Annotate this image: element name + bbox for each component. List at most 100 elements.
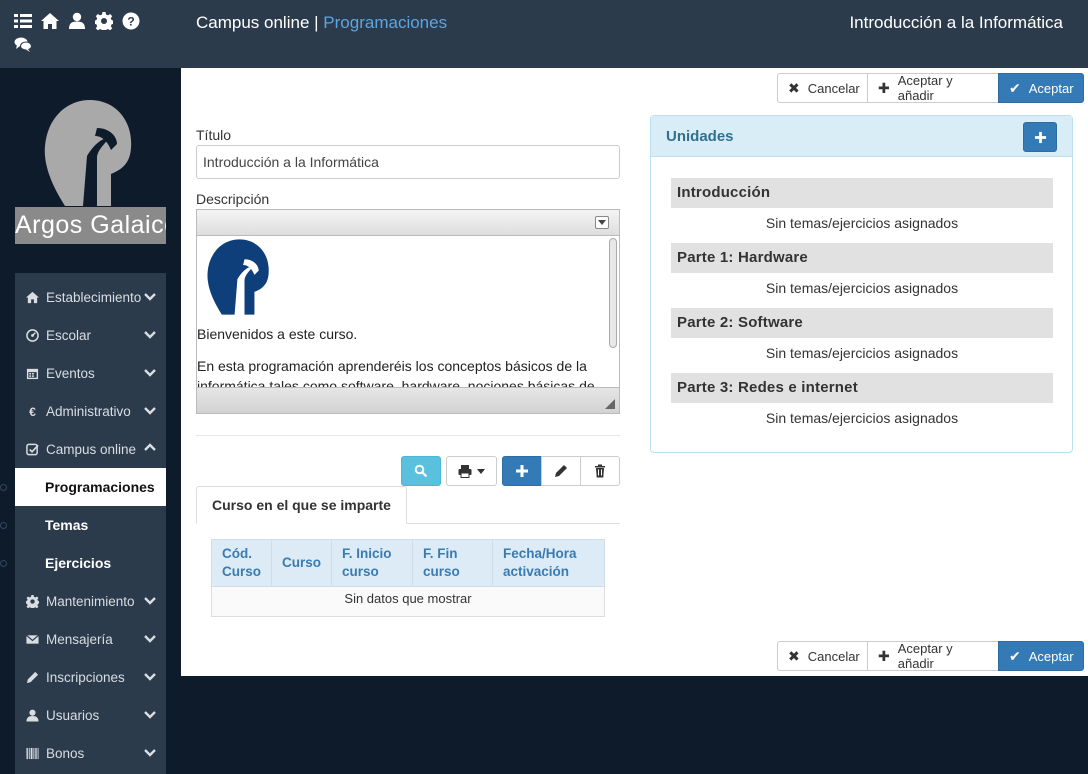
sidebar-item-mensajeria[interactable]: Mensajería	[15, 620, 166, 658]
table-toolbar	[401, 456, 620, 486]
user-icon[interactable]	[68, 12, 88, 32]
accept-and-add-label: Aceptar y añadir	[897, 641, 953, 671]
user-icon	[25, 708, 39, 722]
svg-text:?: ?	[127, 15, 134, 29]
sidebar-item-label: Usuarios	[46, 707, 100, 723]
breadcrumb-programaciones[interactable]: Programaciones	[323, 13, 447, 32]
column-header[interactable]: Curso	[270, 539, 333, 587]
close-icon: ✖	[788, 648, 800, 664]
sidebar-item-campus-online[interactable]: Campus online	[15, 430, 166, 468]
units-title: Unidades	[666, 128, 734, 145]
svg-text:€: €	[29, 405, 36, 418]
sidebar-subitem-temas[interactable]: Temas	[0, 506, 166, 544]
sidebar-item-mantenimiento[interactable]: Mantenimiento	[15, 582, 166, 620]
add-unit-button[interactable]	[1023, 122, 1057, 152]
cancel-button[interactable]: ✖ Cancelar	[777, 73, 868, 103]
sidebar-item-bonos[interactable]: Bonos	[15, 734, 166, 772]
accept-button[interactable]: ✔ Aceptar	[998, 641, 1084, 671]
sidebar-item-label: Administrativo	[46, 403, 131, 419]
barcode-icon	[25, 746, 39, 760]
home-icon[interactable]	[41, 12, 61, 32]
cancel-label: Cancelar	[807, 80, 860, 96]
calendar-icon	[25, 366, 39, 380]
unit-title[interactable]: Parte 2: Software	[671, 308, 1053, 338]
unit-title[interactable]: Introducción	[671, 178, 1053, 208]
edit-row-button[interactable]	[541, 456, 581, 486]
editor-content[interactable]: Bienvenidos a este curso. En esta progra…	[197, 236, 619, 388]
accept-label: Aceptar	[1028, 648, 1074, 664]
sidebar-item-administrativo[interactable]: € Administrativo	[15, 392, 166, 430]
empty-table-message: Sin datos que mostrar	[211, 586, 605, 617]
tab-courses[interactable]: Curso en el que se imparte	[196, 486, 407, 524]
add-row-button[interactable]	[502, 456, 542, 486]
bullet-icon	[0, 560, 7, 567]
title-input[interactable]	[196, 145, 620, 179]
accept-label: Aceptar	[1028, 80, 1074, 96]
scrollbar-thumb[interactable]	[609, 238, 617, 348]
sidebar-subitem-programaciones[interactable]: Programaciones	[0, 468, 166, 506]
sidebar-subitem-label: Temas	[45, 517, 89, 533]
courses-tabbar: Curso en el que se imparte	[196, 486, 620, 524]
column-header[interactable]: F. Inicio curso	[331, 539, 414, 587]
euro-icon: €	[25, 404, 39, 418]
accept-button[interactable]: ✔ Aceptar	[998, 73, 1084, 103]
home-icon	[25, 290, 39, 304]
top-action-buttons: ✖ Cancelar ✚ Aceptar y añadir ✔ Aceptar	[777, 73, 1084, 103]
description-editor[interactable]: Bienvenidos a este curso. En esta progra…	[196, 209, 620, 414]
accept-and-add-button[interactable]: ✚ Aceptar y añadir	[867, 641, 999, 671]
app-name: Campus online	[196, 13, 310, 32]
app-title: Campus online | Programaciones	[196, 13, 447, 33]
unit-empty-text: Sin temas/ejercicios asignados	[765, 410, 959, 426]
cancel-button[interactable]: ✖ Cancelar	[777, 641, 868, 671]
brand-name: Argos Galaico	[15, 207, 166, 244]
print-dropdown-button[interactable]	[446, 456, 497, 486]
sidebar-item-establecimiento[interactable]: Establecimiento	[15, 278, 166, 316]
chat-icon[interactable]	[14, 36, 34, 56]
column-header[interactable]: F. Fin curso	[412, 539, 494, 587]
check-square-icon	[25, 442, 39, 456]
toolbar-toggle-icon[interactable]	[595, 216, 609, 229]
help-icon[interactable]: ?	[122, 12, 142, 32]
editor-paragraph: Bienvenidos a este curso.	[197, 326, 358, 342]
sidebar-item-inscripciones[interactable]: Inscripciones	[15, 658, 166, 696]
sidebar-subitem-ejercicios[interactable]: Ejercicios	[0, 544, 166, 582]
chevron-down-icon	[144, 404, 156, 416]
sidebar-item-usuarios[interactable]: Usuarios	[15, 696, 166, 734]
chevron-down-icon	[144, 594, 156, 606]
main-content: ✖ Cancelar ✚ Aceptar y añadir ✔ Aceptar Tít…	[181, 68, 1088, 676]
resize-handle-icon[interactable]	[605, 399, 615, 409]
table-row: Sin datos que mostrar	[211, 586, 605, 617]
unit-title[interactable]: Parte 3: Redes e internet	[671, 373, 1053, 403]
accept-and-add-button[interactable]: ✚ Aceptar y añadir	[867, 73, 999, 103]
logo-area: Argos Galaico	[15, 68, 166, 273]
top-icon-bar: ?	[14, 12, 164, 56]
sidebar: Argos Galaico Establecimiento Escolar Ev…	[0, 68, 166, 774]
chevron-down-icon	[144, 328, 156, 340]
column-header[interactable]: Cód. Curso	[211, 539, 272, 587]
check-icon: ✔	[1009, 648, 1021, 664]
sidebar-item-label: Mantenimiento	[46, 593, 135, 609]
pencil-icon	[555, 465, 567, 477]
gear-icon	[25, 594, 39, 608]
search-button[interactable]	[401, 456, 441, 486]
editor-scrollbar[interactable]	[608, 238, 618, 386]
sidebar-item-eventos[interactable]: Eventos	[15, 354, 166, 392]
sidebar-item-label: Campus online	[46, 441, 137, 457]
sidebar-item-escolar[interactable]: Escolar	[15, 316, 166, 354]
column-header[interactable]: Fecha/Hora activación	[492, 539, 605, 587]
accept-and-add-label: Aceptar y añadir	[897, 73, 953, 103]
list-icon[interactable]	[14, 12, 34, 32]
units-panel: Unidades Introducción Sin temas/ejercici…	[650, 115, 1073, 453]
unit-item: Parte 2: Software Sin temas/ejercicios a…	[671, 308, 1053, 361]
sidebar-item-label: Bonos	[46, 745, 85, 761]
table-header-row: Cód. Curso Curso F. Inicio curso F. Fin …	[211, 539, 605, 587]
bullet-icon	[0, 484, 7, 491]
delete-row-button[interactable]	[580, 456, 620, 486]
plus-icon: ✚	[878, 648, 890, 664]
sidebar-item-label: Mensajería	[46, 631, 113, 647]
caret-down-icon	[477, 468, 485, 474]
unit-title[interactable]: Parte 1: Hardware	[671, 243, 1053, 273]
editor-toolbar	[197, 210, 619, 236]
gear-icon[interactable]	[93, 12, 115, 33]
sidebar-subitem-label: Ejercicios	[45, 555, 112, 571]
